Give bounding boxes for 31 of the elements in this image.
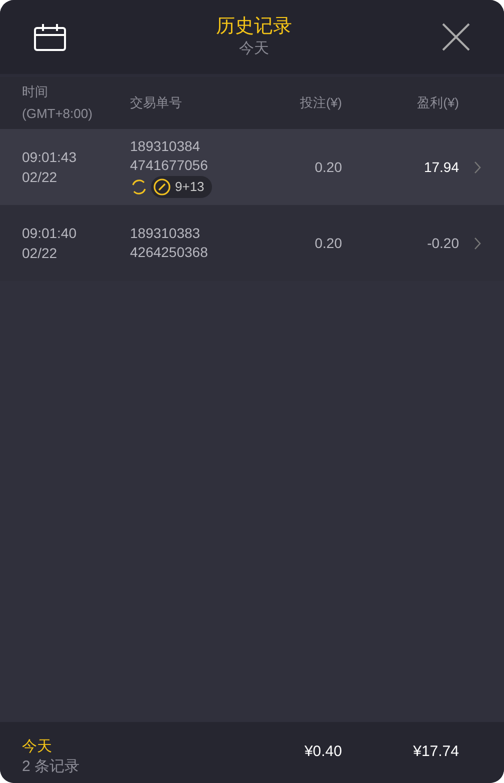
order-number: 4264250368 [130, 243, 209, 262]
total-bet: ¥0.40 [303, 742, 342, 762]
order-number: 189310383 [130, 224, 202, 243]
refresh-icon [130, 178, 148, 196]
close-icon[interactable] [442, 23, 470, 51]
record-date: 02/22 [22, 168, 58, 187]
column-header: 投注(¥) [299, 94, 342, 112]
page-subtitle: 今天 [239, 39, 269, 59]
chevron-right-icon [474, 236, 481, 250]
calendar-icon[interactable] [34, 23, 66, 51]
combo-badge: 9+13 [151, 176, 212, 198]
column-header: 盈利(¥) [416, 94, 459, 112]
summary-period: 今天 [22, 736, 53, 756]
profit-amount: -0.20 [426, 234, 459, 252]
ball-icon [153, 178, 171, 196]
order-number: 4741677056 [130, 156, 209, 174]
record-time: 09:01:43 [22, 148, 78, 167]
column-header-note: (GMT+8:00) [22, 105, 94, 123]
record-row[interactable]: 09:01:43 02/22 189310384 4741677056 9+13 0.20 17.94 [0, 129, 504, 205]
profit-amount: 17.94 [422, 158, 459, 176]
order-number: 189310384 [130, 136, 202, 156]
record-time: 09:01:40 [22, 224, 78, 243]
page-title: 历史记录 [216, 15, 292, 39]
total-profit: ¥17.74 [412, 742, 459, 762]
record-date: 02/22 [22, 244, 58, 263]
column-header: 交易单号 [130, 94, 183, 112]
bet-amount: 0.20 [314, 234, 342, 252]
column-header: 时间 [22, 83, 49, 101]
chevron-right-icon [474, 160, 481, 174]
record-count: 2 条记录 [22, 756, 81, 776]
bet-amount: 0.20 [314, 158, 342, 176]
